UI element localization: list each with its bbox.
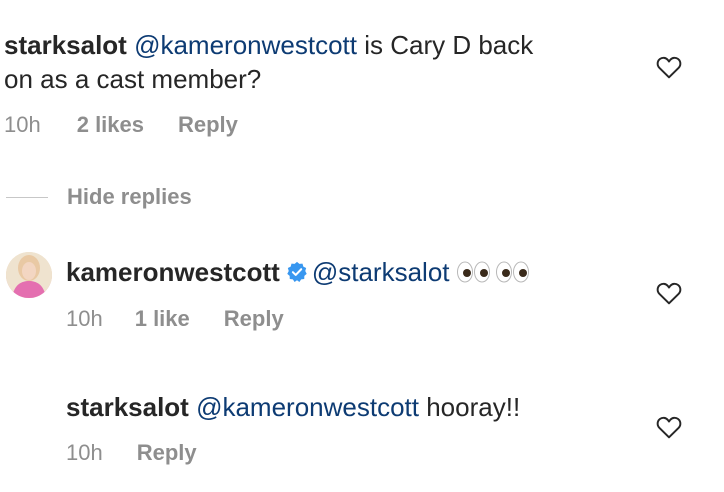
comment-text: starksalot @kameronwestcott is Cary D ba… xyxy=(4,28,624,96)
verified-badge-icon xyxy=(287,261,307,282)
comment-body: is Cary D back xyxy=(357,30,534,60)
comment-mention[interactable]: @kameronwestcott xyxy=(134,30,357,60)
avatar[interactable] xyxy=(6,252,52,298)
reply-button[interactable]: Reply xyxy=(178,112,238,138)
reply-meta: 10h 1 like Reply xyxy=(66,306,284,332)
reply-button[interactable]: Reply xyxy=(137,440,197,466)
reply-meta: 10h Reply xyxy=(66,440,197,466)
heart-icon[interactable] xyxy=(656,415,682,439)
reply-time[interactable]: 10h xyxy=(66,440,103,466)
reply-text: starksalot @kameronwestcott hooray!! xyxy=(66,390,626,424)
comment-likes[interactable]: 2 likes xyxy=(77,112,144,138)
heart-icon[interactable] xyxy=(656,55,682,79)
comment-meta: 10h 2 likes Reply xyxy=(4,112,238,138)
eyes-emoji-icon xyxy=(456,261,529,283)
reply-mention[interactable]: @kameronwestcott xyxy=(196,392,419,422)
hide-replies-button[interactable]: Hide replies xyxy=(67,184,192,210)
reply-body: hooray!! xyxy=(419,392,521,422)
reply-username[interactable]: starksalot xyxy=(66,392,189,422)
hide-replies-divider xyxy=(6,197,48,198)
reply-time[interactable]: 10h xyxy=(66,306,103,332)
reply-button[interactable]: Reply xyxy=(224,306,284,332)
reply-likes[interactable]: 1 like xyxy=(135,306,190,332)
reply-text: kameronwestcott @starksalot xyxy=(66,255,626,289)
comment-username[interactable]: starksalot xyxy=(4,30,127,60)
avatar-image xyxy=(6,252,52,298)
comment-body-line2: on as a cast member? xyxy=(4,64,262,94)
comment-time[interactable]: 10h xyxy=(4,112,41,138)
heart-icon[interactable] xyxy=(656,281,682,305)
reply-mention[interactable]: @starksalot xyxy=(312,257,450,287)
reply-username[interactable]: kameronwestcott xyxy=(66,257,280,287)
